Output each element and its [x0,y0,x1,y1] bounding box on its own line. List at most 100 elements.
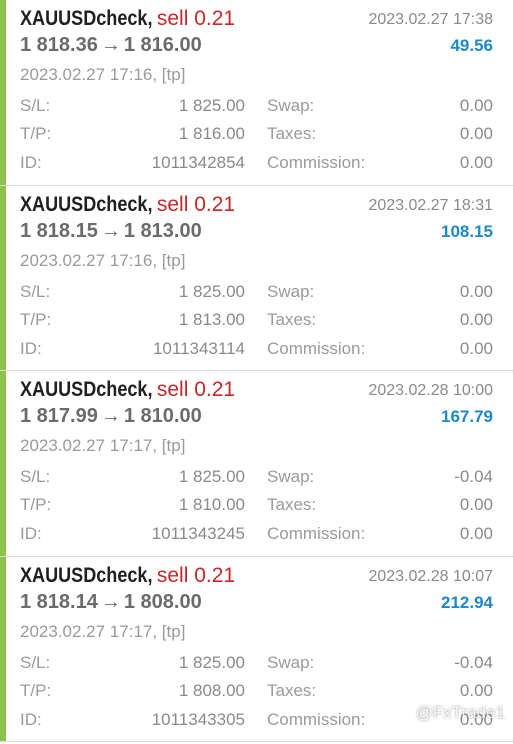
detail-row-tp-taxes: T/P: 1 810.00 Taxes: 0.00 [20,493,493,517]
trade-title: XAUUSDcheck, sell 0.21 [20,563,235,589]
price-range: 1 817.99 → 1 810.00 [20,403,202,429]
trade-side-volume: sell 0.21 [156,378,236,401]
profit-value: 108.15 [441,221,493,241]
position-indicator-bar [0,556,6,741]
price-range: 1 818.36 → 1 816.00 [20,32,202,58]
tp-label: T/P: [20,309,52,329]
trade-side-volume: sell 0.21 [156,7,236,30]
trade-title: XAUUSDcheck, sell 0.21 [20,192,235,218]
arrow-right-icon: → [100,590,121,613]
swap-label: Swap: [267,467,315,486]
commission-label: Commission: [267,524,366,543]
taxes-label: Taxes: [267,680,317,700]
id-label: ID: [20,338,42,358]
symbol-label: XAUUSDcheck, [20,7,153,30]
tp-label: T/P: [20,680,52,700]
trade-title: XAUUSDcheck, sell 0.21 [20,377,235,403]
detail-row-sl-swap: S/L: 1 825.00 Swap: 0.00 [20,280,493,304]
trade-history-list: XAUUSDcheck, sell 0.21 1 818.36 → 1 816.00… [0,0,513,742]
arrow-right-icon: → [100,405,121,427]
position-indicator-bar [0,0,6,185]
arrow-right-icon: → [100,34,121,56]
detail-row-sl-swap: S/L: 1 825.00 Swap: -0.04 [20,651,493,675]
close-time: 2023.02.28 10:00 [368,382,493,399]
tp-value: 1 808.00 [178,680,245,700]
taxes-label: Taxes: [267,495,317,514]
detail-row-id-commission: ID: 1011342854 Commission: 0.00 [20,151,493,175]
detail-row-tp-taxes: T/P: 1 808.00 Taxes: 0.00 [20,679,493,703]
open-time: 2023.02.27 17:17, [tp] [20,436,186,455]
taxes-value: 0.00 [459,124,493,143]
sl-value: 1 825.00 [178,467,245,486]
open-time: 2023.02.27 17:16, [tp] [20,250,186,270]
sl-value: 1 825.00 [178,96,245,115]
commission-label: Commission: [267,153,366,172]
sl-value: 1 825.00 [178,652,245,672]
profit-value: 167.79 [441,407,493,426]
close-time: 2023.02.28 10:07 [368,567,493,585]
close-price: 1 808.00 [123,590,202,613]
commission-value: 0.00 [459,153,493,172]
position-indicator-bar [0,371,6,556]
open-price: 1 817.99 [20,405,98,427]
sl-label: S/L: [20,96,51,115]
id-label: ID: [20,524,42,543]
symbol-label: XAUUSDcheck, [20,563,153,587]
taxes-label: Taxes: [267,124,317,143]
trade-side-volume: sell 0.21 [156,563,236,587]
swap-label: Swap: [267,652,315,672]
open-time: 2023.02.27 17:17, [tp] [20,621,186,641]
detail-row-sl-swap: S/L: 1 825.00 Swap: 0.00 [20,94,493,118]
open-price: 1 818.15 [20,219,98,242]
trade-item[interactable]: XAUUSDcheck, sell 0.21 1 818.36 → 1 816.00… [0,0,513,186]
close-time: 2023.02.27 18:31 [368,196,493,214]
tp-label: T/P: [20,495,52,514]
close-time: 2023.02.27 17:38 [368,11,493,28]
swap-label: Swap: [267,281,315,301]
detail-row-id-commission: ID: 1011343114 Commission: 0.00 [20,337,493,361]
detail-row-sl-swap: S/L: 1 825.00 Swap: -0.04 [20,465,493,489]
swap-value: -0.04 [454,652,493,672]
id-value: 1011342854 [151,153,245,172]
tp-value: 1 810.00 [178,495,245,514]
tp-label: T/P: [20,124,52,143]
detail-row-tp-taxes: T/P: 1 816.00 Taxes: 0.00 [20,122,493,146]
taxes-label: Taxes: [267,309,317,329]
sl-label: S/L: [20,467,51,486]
detail-row-id-commission: ID: 1011343245 Commission: 0.00 [20,522,493,546]
trade-item[interactable]: XAUUSDcheck, sell 0.21 1 817.99 → 1 810.00… [0,371,513,557]
id-value: 1011343245 [151,524,245,543]
commission-label: Commission: [267,338,366,358]
close-price: 1 810.00 [123,405,202,427]
open-price: 1 818.36 [20,34,98,56]
arrow-right-icon: → [100,219,121,242]
open-time: 2023.02.27 17:16, [tp] [20,65,186,84]
trade-side-volume: sell 0.21 [156,192,236,216]
sl-value: 1 825.00 [178,281,245,301]
detail-row-tp-taxes: T/P: 1 813.00 Taxes: 0.00 [20,308,493,332]
sl-label: S/L: [20,652,51,672]
trade-title: XAUUSDcheck, sell 0.21 [20,6,235,32]
close-price: 1 813.00 [123,219,202,242]
taxes-value: 0.00 [459,309,493,329]
tp-value: 1 816.00 [178,124,245,143]
position-indicator-bar [0,185,6,370]
id-label: ID: [20,153,42,172]
swap-value: -0.04 [454,467,493,486]
commission-value: 0.00 [459,338,493,358]
id-value: 1011343305 [151,709,245,729]
close-price: 1 816.00 [123,34,202,56]
symbol-label: XAUUSDcheck, [20,192,153,216]
profit-value: 212.94 [441,592,493,612]
swap-value: 0.00 [459,96,493,115]
swap-label: Swap: [267,96,315,115]
symbol-label: XAUUSDcheck, [20,378,153,401]
price-range: 1 818.15 → 1 813.00 [20,218,202,244]
id-label: ID: [20,709,42,729]
swap-value: 0.00 [459,281,493,301]
tp-value: 1 813.00 [178,309,245,329]
trade-item[interactable]: XAUUSDcheck, sell 0.21 1 818.15 → 1 813.00… [0,185,513,371]
price-range: 1 818.14 → 1 808.00 [20,589,202,615]
commission-label: Commission: [267,709,366,729]
watermark: @FxTrade1 [415,703,505,722]
